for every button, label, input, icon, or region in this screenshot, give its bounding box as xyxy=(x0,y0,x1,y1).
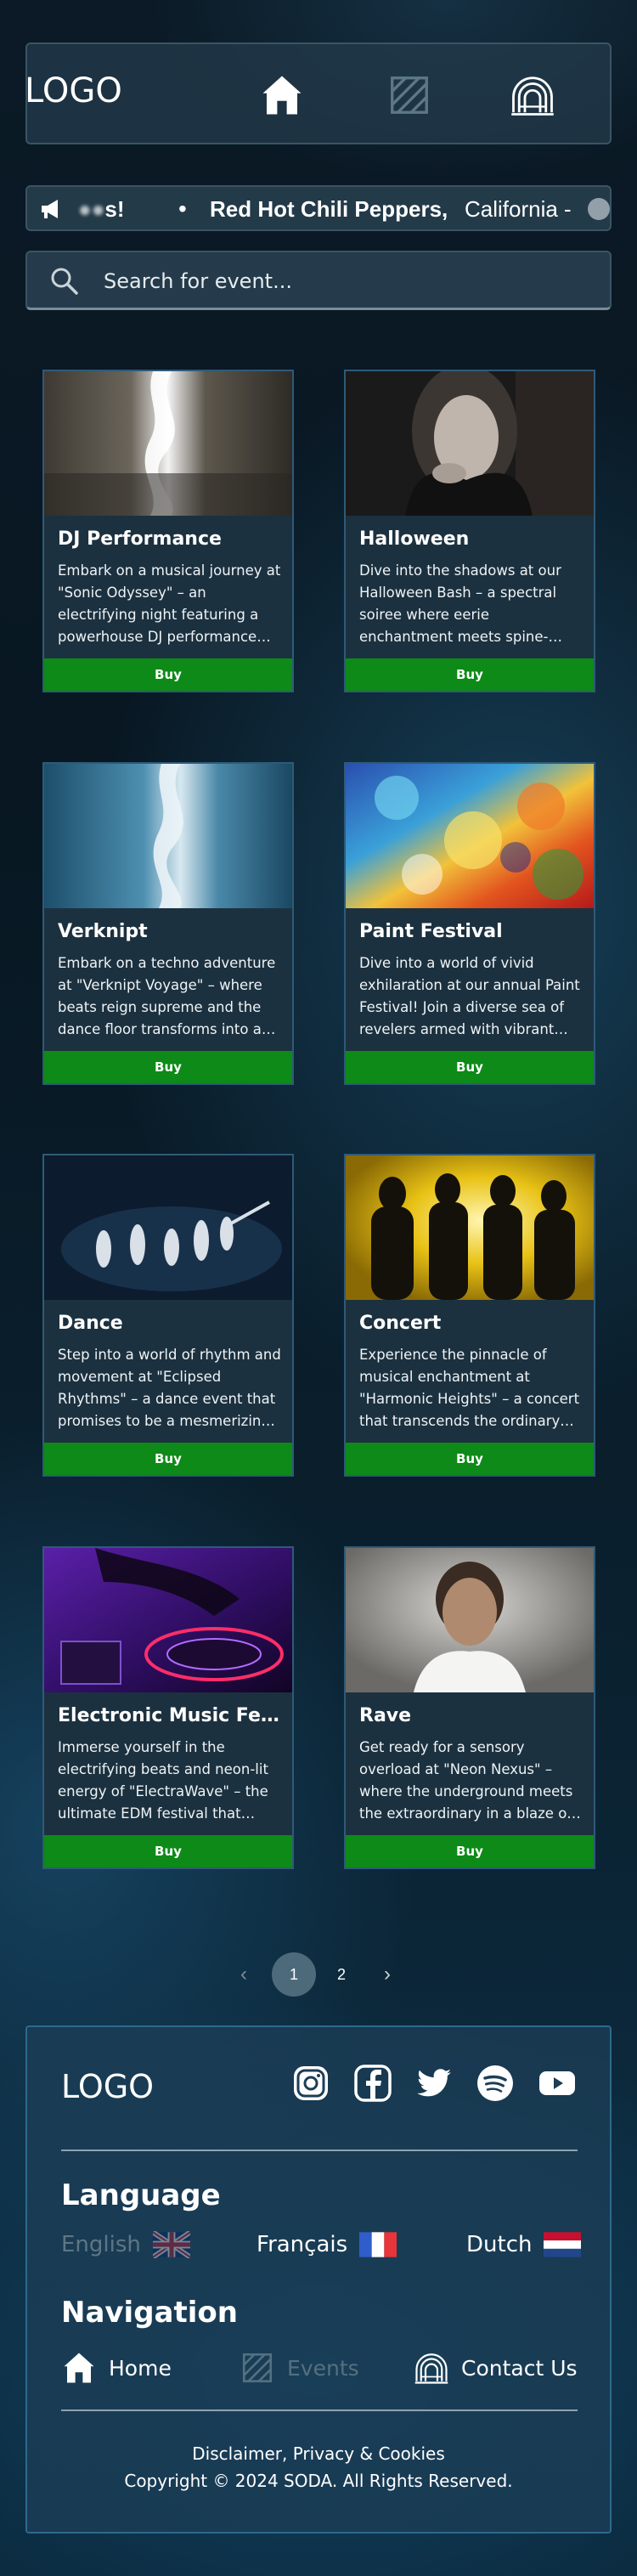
spotify-link[interactable] xyxy=(475,2063,516,2104)
nav-contact-link[interactable] xyxy=(507,70,558,121)
ticker-end-icon xyxy=(588,198,610,220)
pagination-prev-button[interactable]: ‹ xyxy=(240,1963,247,1986)
instagram-link[interactable] xyxy=(290,2063,331,2104)
event-card-dj-performance[interactable]: DJ Performance Embark on a musical journ… xyxy=(42,370,294,692)
pagination-page-2[interactable]: 2 xyxy=(319,1952,364,1997)
pagination-page-1[interactable]: 1 xyxy=(272,1952,316,1997)
language-option-dutch[interactable]: Dutch xyxy=(466,2231,582,2258)
event-title: Paint Festival xyxy=(359,921,503,942)
nav-events-link[interactable] xyxy=(384,70,435,121)
search-icon xyxy=(51,268,78,295)
event-description: Embark on a musical journey at "Sonic Od… xyxy=(58,562,281,645)
language-option-french[interactable]: Français xyxy=(256,2231,397,2258)
language-label: Dutch xyxy=(466,2232,533,2257)
footer-nav-label: Events xyxy=(287,2355,359,2381)
home-icon xyxy=(259,72,305,118)
event-title: DJ Performance xyxy=(58,528,222,550)
event-title: Halloween xyxy=(359,528,470,550)
france-flag-icon xyxy=(359,2232,397,2257)
buy-button[interactable]: Buy xyxy=(346,1443,594,1475)
buy-button[interactable]: Buy xyxy=(44,658,292,691)
event-title: Electronic Music Festival xyxy=(58,1705,283,1726)
rave-photo xyxy=(346,1548,594,1692)
concert-photo xyxy=(346,1155,594,1300)
nav-home-link[interactable] xyxy=(256,70,307,121)
event-title: Concert xyxy=(359,1313,442,1334)
pagination-next-button[interactable]: › xyxy=(384,1963,391,1986)
verknipt-photo xyxy=(44,764,292,908)
buy-button[interactable]: Buy xyxy=(44,1835,292,1867)
uk-flag-icon xyxy=(152,2231,190,2258)
dance-photo xyxy=(44,1155,292,1300)
buy-button[interactable]: Buy xyxy=(44,1051,292,1083)
event-description: Immerse yourself in the electrifying bea… xyxy=(58,1739,268,1822)
footer-nav-label: Home xyxy=(109,2355,172,2381)
footer-logo[interactable]: LOGO xyxy=(61,2068,154,2105)
search-bar xyxy=(25,251,612,310)
contact-icon xyxy=(510,72,555,118)
electronic-music-photo xyxy=(44,1548,292,1692)
language-heading: Language xyxy=(61,2178,221,2212)
footer-nav-contact[interactable]: Contact Us xyxy=(414,2350,578,2386)
news-ticker: ●●s! • Red Hot Chili Peppers, California… xyxy=(25,185,612,231)
language-label: English xyxy=(61,2232,141,2257)
youtube-icon xyxy=(539,2071,575,2095)
event-title: Verknipt xyxy=(58,921,148,942)
event-description: Experience the pinnacle of musical encha… xyxy=(359,1347,580,1429)
netherlands-flag-icon xyxy=(544,2232,582,2257)
footer-divider xyxy=(61,2149,578,2151)
events-icon xyxy=(386,72,432,118)
event-title: Rave xyxy=(359,1705,412,1726)
site-header: LOGO xyxy=(25,42,612,144)
facebook-icon xyxy=(354,2065,392,2102)
site-footer: LOGO Language English Français Dutch Nav… xyxy=(25,2025,612,2534)
megaphone-icon xyxy=(42,200,58,218)
youtube-link[interactable] xyxy=(537,2063,578,2104)
twitter-link[interactable] xyxy=(414,2063,454,2104)
ticker-lead-text: ●●s! xyxy=(78,196,125,222)
event-card-rave[interactable]: Rave Get ready for a sensory overload at… xyxy=(344,1546,595,1869)
footer-divider xyxy=(61,2409,578,2411)
event-card-concert[interactable]: Concert Experience the pinnacle of music… xyxy=(344,1154,595,1477)
language-option-english[interactable]: English xyxy=(61,2231,190,2258)
halloween-photo xyxy=(346,371,594,516)
event-card-electronic-music[interactable]: Electronic Music Festival Immerse yourse… xyxy=(42,1546,294,1869)
events-icon xyxy=(240,2350,275,2386)
paint-festival-photo xyxy=(346,764,594,908)
event-description: Embark on a techno adventure at "Verknip… xyxy=(58,955,276,1037)
spotify-icon xyxy=(477,2065,513,2101)
event-description: Step into a world of rhythm and movement… xyxy=(58,1347,281,1429)
facebook-link[interactable] xyxy=(352,2063,393,2104)
ticker-location: California - xyxy=(465,196,572,222)
event-card-dance[interactable]: Dance Step into a world of rhythm and mo… xyxy=(42,1154,294,1477)
event-card-verknipt[interactable]: Verknipt Embark on a techno adventure at… xyxy=(42,762,294,1085)
footer-nav-label: Contact Us xyxy=(461,2355,578,2381)
dj-performance-photo xyxy=(44,371,292,516)
contact-icon xyxy=(414,2350,449,2386)
footer-nav-events[interactable]: Events xyxy=(240,2350,359,2386)
event-card-paint-festival[interactable]: Paint Festival Dive into a world of vivi… xyxy=(344,762,595,1085)
event-description: Get ready for a sensory overload at "Neo… xyxy=(359,1739,573,1822)
buy-button[interactable]: Buy xyxy=(346,1835,594,1867)
ticker-bullet: • xyxy=(178,195,187,222)
legal-links[interactable]: Disclaimer, Privacy & Cookies xyxy=(27,2443,610,2464)
buy-button[interactable]: Buy xyxy=(346,658,594,691)
navigation-heading: Navigation xyxy=(61,2296,238,2330)
event-description: Dive into a world of vivid exhilaration … xyxy=(359,955,580,1037)
event-title: Dance xyxy=(58,1313,123,1334)
instagram-icon xyxy=(294,2066,328,2100)
copyright-text: Copyright © 2024 SODA. All Rights Reserv… xyxy=(124,2471,513,2491)
language-label: Français xyxy=(256,2232,348,2257)
twitter-icon xyxy=(417,2069,451,2097)
buy-button[interactable]: Buy xyxy=(346,1051,594,1083)
event-description: Dive into the shadows at our Halloween B… xyxy=(359,562,561,645)
buy-button[interactable]: Buy xyxy=(44,1443,292,1475)
site-logo[interactable]: LOGO xyxy=(25,71,122,110)
ticker-artist: Red Hot Chili Peppers, xyxy=(210,196,448,222)
event-card-halloween[interactable]: Halloween Dive into the shadows at our H… xyxy=(344,370,595,692)
search-input[interactable] xyxy=(104,264,579,298)
footer-nav-home[interactable]: Home xyxy=(61,2350,172,2386)
home-icon xyxy=(61,2350,97,2386)
